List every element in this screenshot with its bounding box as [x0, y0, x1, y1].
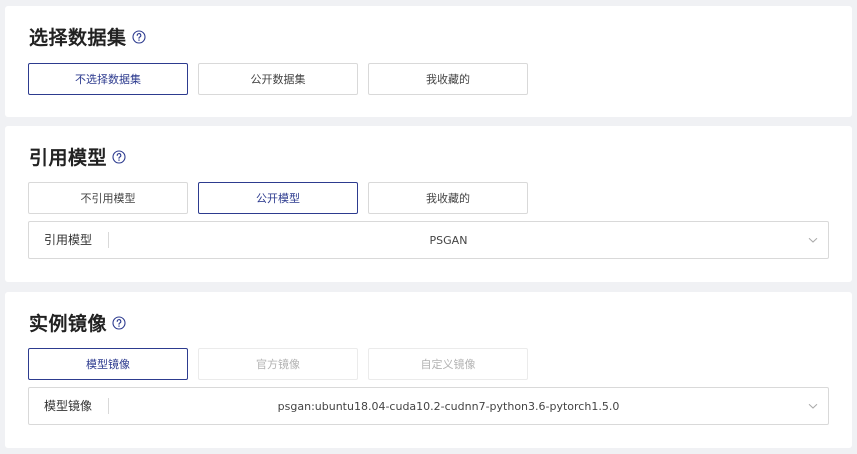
dataset-title: 选择数据集 [29, 23, 146, 50]
public-model-option[interactable]: 公开模型 [198, 182, 358, 214]
chevron-down-icon[interactable] [808, 401, 818, 411]
model-image-option[interactable]: 模型镜像 [28, 348, 188, 380]
favorite-model-option[interactable]: 我收藏的 [368, 182, 528, 214]
image-section: 实例镜像 模型镜像 官方镜像 自定义镜像 模型镜像 psgan:ubuntu18… [5, 292, 852, 448]
form-page: 选择数据集 不选择数据集 公开数据集 我收藏的 引用模型 不引用模型 公开模型 … [0, 0, 857, 454]
chevron-down-icon[interactable] [808, 235, 818, 245]
dataset-options: 不选择数据集 公开数据集 我收藏的 [28, 63, 528, 95]
model-options: 不引用模型 公开模型 我收藏的 [28, 182, 528, 214]
image-options: 模型镜像 官方镜像 自定义镜像 [28, 348, 528, 380]
question-circle-icon[interactable] [131, 29, 146, 44]
image-select-value: psgan:ubuntu18.04-cuda10.2-cudnn7-python… [277, 399, 620, 413]
dataset-section: 选择数据集 不选择数据集 公开数据集 我收藏的 [5, 6, 852, 117]
official-image-option[interactable]: 官方镜像 [198, 348, 358, 380]
favorite-dataset-option[interactable]: 我收藏的 [368, 63, 528, 95]
custom-image-option[interactable]: 自定义镜像 [368, 348, 528, 380]
dataset-title-text: 选择数据集 [29, 27, 127, 49]
model-select[interactable]: 引用模型 PSGAN [28, 221, 829, 259]
no-model-option[interactable]: 不引用模型 [28, 182, 188, 214]
model-title-text: 引用模型 [29, 147, 108, 169]
model-select-value: PSGAN [429, 233, 468, 247]
no-dataset-option[interactable]: 不选择数据集 [28, 63, 188, 95]
image-select[interactable]: 模型镜像 psgan:ubuntu18.04-cuda10.2-cudnn7-p… [28, 387, 829, 425]
image-select-label: 模型镜像 [29, 398, 109, 414]
model-title: 引用模型 [29, 143, 126, 170]
image-title: 实例镜像 [29, 309, 126, 336]
public-dataset-option[interactable]: 公开数据集 [198, 63, 358, 95]
question-circle-icon[interactable] [112, 149, 126, 164]
question-circle-icon[interactable] [112, 315, 126, 330]
model-section: 引用模型 不引用模型 公开模型 我收藏的 引用模型 PSGAN [5, 126, 852, 282]
image-title-text: 实例镜像 [29, 313, 108, 335]
model-select-label: 引用模型 [29, 232, 109, 248]
